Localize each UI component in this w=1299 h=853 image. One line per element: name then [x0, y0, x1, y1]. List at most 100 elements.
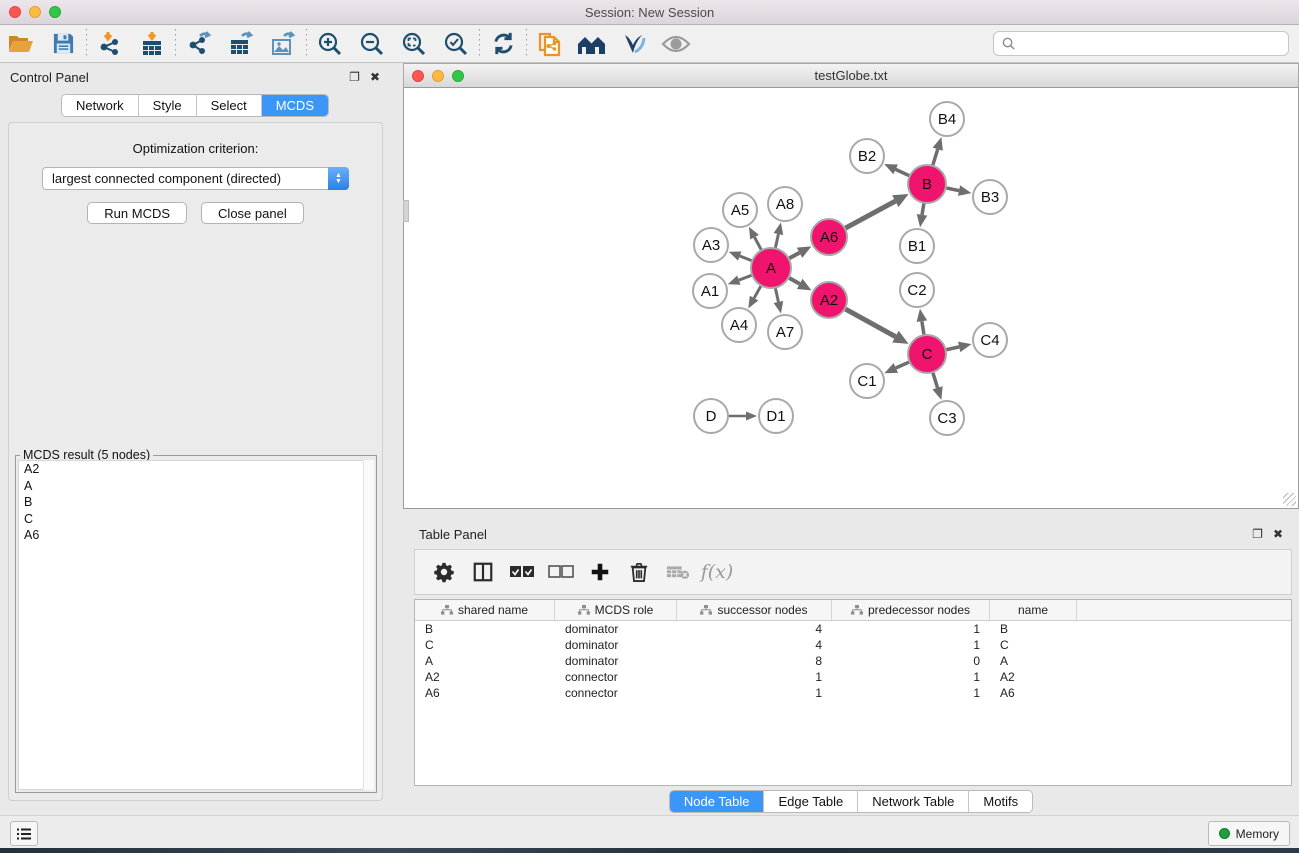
deselect-all-icon[interactable]	[546, 557, 576, 587]
mcds-result-item[interactable]: A6	[19, 527, 373, 544]
edge-C-C1[interactable]	[896, 362, 910, 368]
export-network-icon[interactable]	[178, 28, 220, 60]
clone-network-icon[interactable]	[529, 28, 571, 60]
table-cell[interactable]: C	[415, 637, 555, 653]
column-header-MCDS-role[interactable]: MCDS role	[555, 600, 677, 620]
column-header-shared-name[interactable]: shared name	[415, 600, 555, 620]
tab-node-table[interactable]: Node Table	[670, 791, 765, 812]
tab-style[interactable]: Style	[139, 95, 197, 116]
network-canvas[interactable]: AA6A2BCA1A3A5A8A4A7B1B2B3B4C1C2C3C4DD1	[403, 88, 1299, 509]
zoom-out-icon[interactable]	[351, 28, 393, 60]
refresh-icon[interactable]	[482, 28, 524, 60]
mcds-result-item[interactable]: A	[19, 478, 373, 495]
network-graph[interactable]: AA6A2BCA1A3A5A8A4A7B1B2B3B4C1C2C3C4DD1	[404, 88, 1298, 507]
table-cell[interactable]: 8	[677, 653, 832, 669]
column-header-predecessor-nodes[interactable]: predecessor nodes	[832, 600, 990, 620]
select-all-icon[interactable]	[507, 557, 537, 587]
table-cell[interactable]: C	[990, 637, 1077, 653]
edge-B-B2[interactable]	[896, 169, 910, 176]
edge-A-A1[interactable]	[739, 275, 752, 280]
table-cell[interactable]: B	[415, 621, 555, 637]
table-cell[interactable]: A	[415, 653, 555, 669]
table-cell[interactable]: A2	[415, 669, 555, 685]
mcds-result-item[interactable]: C	[19, 511, 373, 528]
delete-column-icon[interactable]	[624, 557, 654, 587]
criterion-select[interactable]: largest connected component (directed) ▲…	[42, 167, 349, 190]
table-row[interactable]: A6connector11A6	[415, 685, 1291, 701]
tab-network[interactable]: Network	[62, 95, 139, 116]
table-cell[interactable]: B	[990, 621, 1077, 637]
mcds-result-item[interactable]: A2	[19, 461, 373, 478]
edge-C-C2[interactable]	[922, 321, 924, 335]
edge-B-B3[interactable]	[946, 188, 959, 191]
table-cell[interactable]: 1	[677, 669, 832, 685]
edge-A-A3[interactable]	[740, 256, 753, 261]
export-image-icon[interactable]	[262, 28, 304, 60]
mcds-result-list[interactable]: A2ABCA6	[18, 460, 374, 790]
table-cell[interactable]: connector	[555, 685, 677, 701]
table-row[interactable]: Bdominator41B	[415, 621, 1291, 637]
close-panel-button[interactable]: Close panel	[201, 202, 304, 224]
table-cell[interactable]: 1	[832, 637, 990, 653]
column-header-successor-nodes[interactable]: successor nodes	[677, 600, 832, 620]
show-hide-panels-icon[interactable]	[571, 28, 613, 60]
tab-select[interactable]: Select	[197, 95, 262, 116]
zoom-fit-icon[interactable]	[393, 28, 435, 60]
show-columns-icon[interactable]	[468, 557, 498, 587]
table-cell[interactable]: 4	[677, 621, 832, 637]
table-cell[interactable]: dominator	[555, 621, 677, 637]
zoom-selected-icon[interactable]	[435, 28, 477, 60]
edge-A-A7[interactable]	[775, 288, 778, 302]
save-session-icon[interactable]	[42, 28, 84, 60]
run-mcds-button[interactable]: Run MCDS	[87, 202, 187, 224]
edge-C-C3[interactable]	[933, 372, 938, 388]
window-resize-grip[interactable]	[1283, 493, 1296, 506]
edge-A6-B[interactable]	[845, 201, 896, 228]
memory-button[interactable]: Memory	[1208, 821, 1290, 846]
edge-A-A4[interactable]	[754, 285, 761, 298]
table-cell[interactable]: connector	[555, 669, 677, 685]
table-cell[interactable]: 1	[832, 621, 990, 637]
edge-A-A8[interactable]	[775, 234, 778, 248]
task-history-button[interactable]	[10, 821, 38, 846]
tab-network-table[interactable]: Network Table	[858, 791, 969, 812]
table-cell[interactable]: 1	[832, 685, 990, 701]
table-cell[interactable]: dominator	[555, 637, 677, 653]
mcds-result-item[interactable]: B	[19, 494, 373, 511]
export-table-icon[interactable]	[220, 28, 262, 60]
edge-C-C4[interactable]	[946, 347, 960, 350]
import-table-icon[interactable]	[131, 28, 173, 60]
table-row[interactable]: Adominator80A	[415, 653, 1291, 669]
table-close-icon[interactable]: ✖	[1273, 528, 1283, 540]
table-float-icon[interactable]: ❐	[1252, 528, 1263, 540]
search-input[interactable]	[1016, 37, 1288, 51]
table-cell[interactable]: 1	[677, 685, 832, 701]
tab-motifs[interactable]: Motifs	[969, 791, 1032, 812]
add-column-icon[interactable]	[585, 557, 615, 587]
tab-mcds[interactable]: MCDS	[262, 95, 328, 116]
search-field[interactable]	[993, 31, 1289, 56]
table-cell[interactable]: A6	[990, 685, 1077, 701]
mcds-result-scrollbar[interactable]	[363, 460, 374, 790]
edge-A-A2[interactable]	[789, 278, 800, 284]
table-row[interactable]: A2connector11A2	[415, 669, 1291, 685]
open-file-icon[interactable]	[0, 28, 42, 60]
annotation-icon[interactable]	[613, 28, 655, 60]
edge-A-A6[interactable]	[789, 253, 800, 259]
import-network-icon[interactable]	[89, 28, 131, 60]
eye-icon[interactable]	[655, 28, 697, 60]
edge-A2-C[interactable]	[845, 309, 896, 337]
table-cell[interactable]: A	[990, 653, 1077, 669]
table-settings-icon[interactable]	[429, 557, 459, 587]
table-cell[interactable]: dominator	[555, 653, 677, 669]
edge-A-A5[interactable]	[755, 237, 762, 250]
table-cell[interactable]: 1	[832, 669, 990, 685]
table-cell[interactable]: A2	[990, 669, 1077, 685]
float-panel-icon[interactable]: ❐	[349, 71, 360, 83]
table-row[interactable]: Cdominator41C	[415, 637, 1291, 653]
network-window-titlebar[interactable]: testGlobe.txt	[403, 63, 1299, 88]
table-cell[interactable]: 4	[677, 637, 832, 653]
column-header-name[interactable]: name	[990, 600, 1077, 620]
table-cell[interactable]: A6	[415, 685, 555, 701]
zoom-in-icon[interactable]	[309, 28, 351, 60]
